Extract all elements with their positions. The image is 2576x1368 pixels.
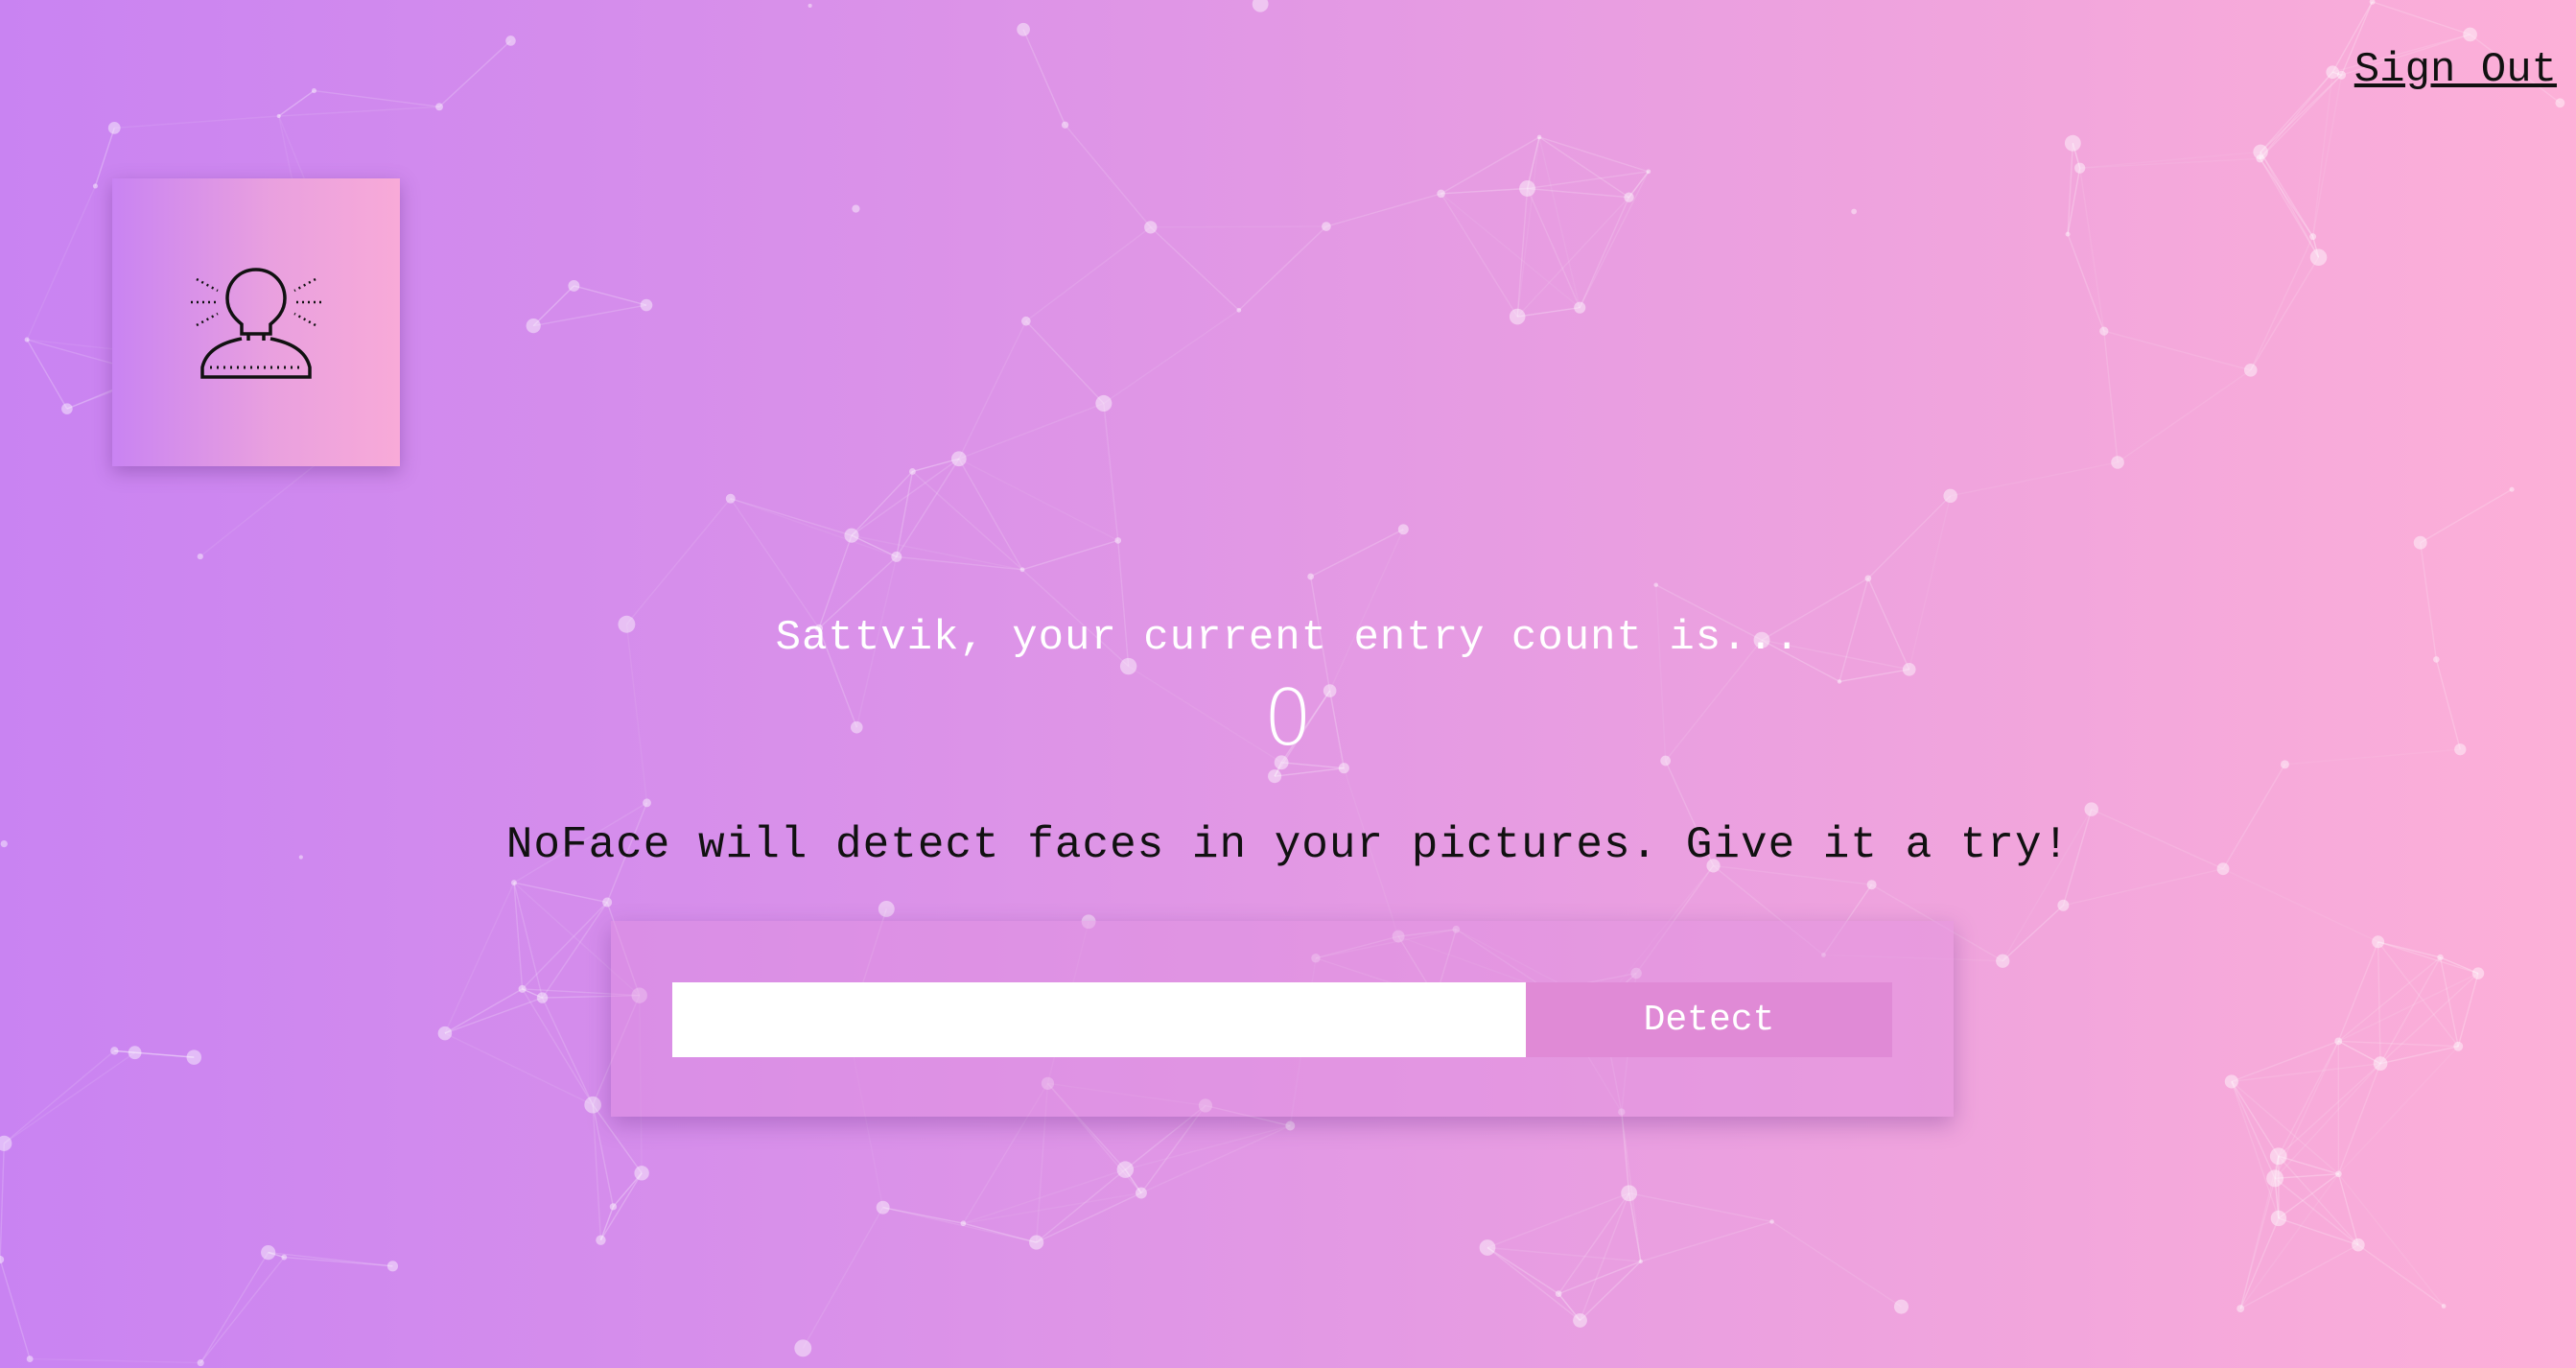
top-navigation: Sign Out [2354,46,2557,94]
intro-text: NoFace will detect faces in your picture… [505,820,2071,870]
image-url-input[interactable] [672,982,1526,1057]
entry-count-message: Sattvik, your current entry count is... [775,614,1801,662]
face-recognition-icon [191,268,321,379]
entry-count-value: 0 [1263,673,1313,763]
image-link-form: Detect [611,921,1954,1117]
logo-tile[interactable] [112,178,400,466]
sign-out-link[interactable]: Sign Out [2354,46,2557,94]
detect-button[interactable]: Detect [1526,982,1892,1057]
